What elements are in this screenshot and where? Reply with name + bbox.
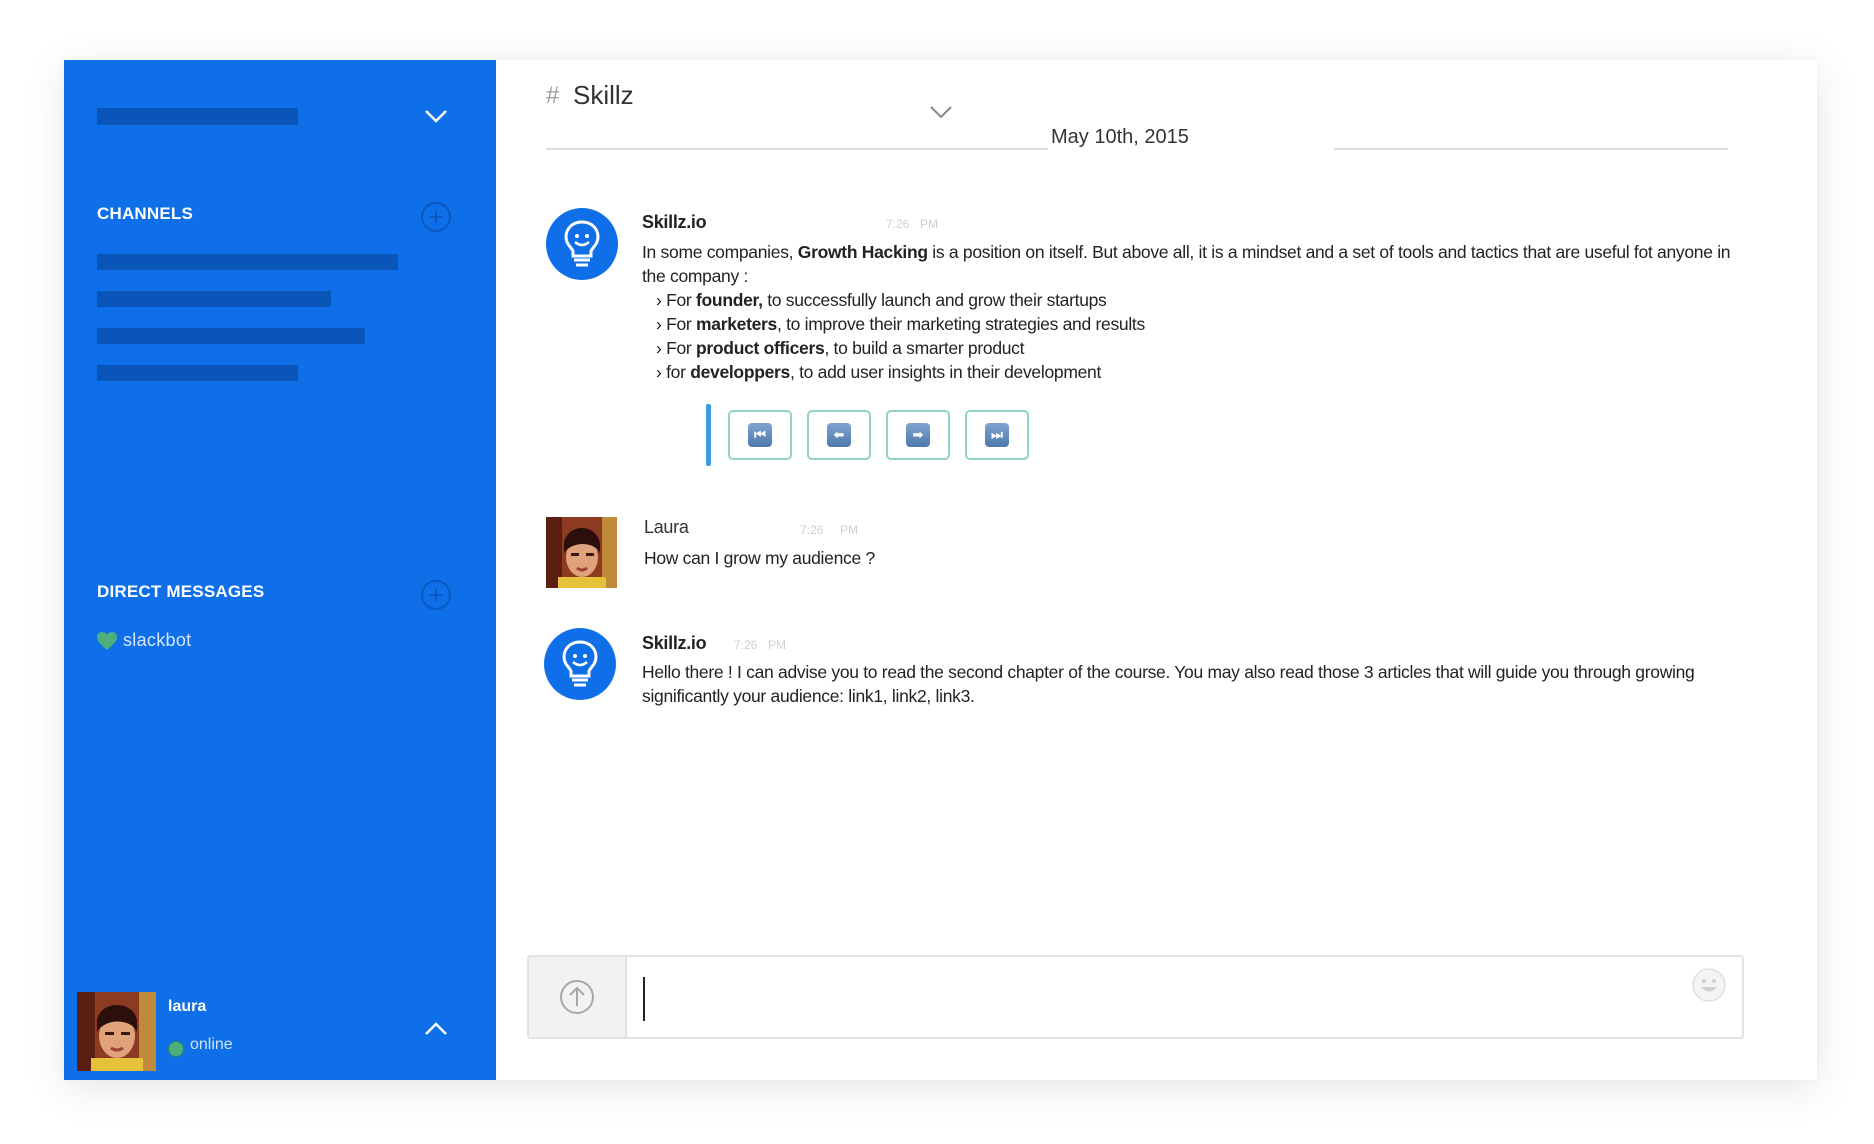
last-page-button[interactable]: ⏭ xyxy=(965,410,1029,460)
app-window: CHANNELS DIRECT MESSAGES slackbot laura … xyxy=(64,60,1817,1080)
first-page-button[interactable]: ⏮ xyxy=(728,410,792,460)
message-time: 7:26 xyxy=(886,217,910,231)
date-divider-right xyxy=(1334,148,1728,150)
upload-button[interactable] xyxy=(529,957,627,1037)
message-time: 7:26 xyxy=(734,638,758,652)
chevron-up-icon[interactable] xyxy=(422,1018,450,1040)
message-ampm: PM xyxy=(840,523,858,537)
message-text: How can I grow my audience ? xyxy=(644,548,875,568)
bullet-item: › For marketers, to improve their market… xyxy=(656,314,1145,334)
attachment-stripe xyxy=(706,404,711,466)
first-icon: ⏮ xyxy=(748,423,772,447)
text-cursor xyxy=(643,977,645,1021)
previous-page-button[interactable]: ⬅ xyxy=(807,410,871,460)
status-text: online xyxy=(190,1036,233,1053)
lightbulb-icon xyxy=(562,640,598,687)
bot-avatar[interactable] xyxy=(546,208,618,280)
sidebar-dm-slackbot[interactable]: slackbot xyxy=(96,630,191,651)
channel-hash-icon: # xyxy=(546,82,560,109)
chevron-down-icon[interactable] xyxy=(928,102,954,122)
channels-title: CHANNELS xyxy=(97,204,194,223)
lightbulb-icon xyxy=(564,220,600,267)
direct-messages-title: DIRECT MESSAGES xyxy=(97,582,265,601)
next-icon: ➡ xyxy=(906,423,930,447)
heart-icon xyxy=(97,631,117,650)
message-author[interactable]: Skillz.io xyxy=(642,633,707,654)
bullet-item: › For product officers, to build a smart… xyxy=(656,338,1025,358)
team-name-placeholder[interactable] xyxy=(97,108,298,125)
date-separator: May 10th, 2015 xyxy=(1051,126,1189,148)
message-author[interactable]: Laura xyxy=(644,517,689,538)
message-time: 7:26 xyxy=(800,523,824,537)
message-bullet-list: › For founder, to successfully launch an… xyxy=(656,288,1145,384)
message-text: Hello there ! I can advise you to read t… xyxy=(642,662,1695,706)
sidebar: CHANNELS DIRECT MESSAGES slackbot laura … xyxy=(64,60,496,1080)
bullet-item: › For founder, to successfully launch an… xyxy=(656,290,1107,310)
laura-avatar[interactable] xyxy=(546,517,617,588)
main-panel: # Skillz May 10th, 2015 Skillz.io 7:26 P… xyxy=(496,60,1817,1080)
last-icon: ⏭ xyxy=(985,423,1009,447)
chevron-down-icon[interactable] xyxy=(422,104,450,128)
sidebar-channel-item[interactable] xyxy=(97,365,298,381)
message-ampm: PM xyxy=(768,638,786,652)
add-direct-message-icon[interactable] xyxy=(421,580,451,610)
current-user-status: online xyxy=(168,1033,233,1057)
bot-avatar[interactable] xyxy=(544,628,616,700)
add-channel-icon[interactable] xyxy=(421,202,451,232)
upload-arrow-icon xyxy=(560,980,594,1014)
prev-icon: ⬅ xyxy=(827,423,851,447)
sidebar-channel-item[interactable] xyxy=(97,328,365,344)
sidebar-channel-item[interactable] xyxy=(97,254,398,270)
message-text: In some companies, Growth Hacking is a p… xyxy=(642,242,1731,286)
online-status-icon xyxy=(168,1041,184,1057)
message-ampm: PM xyxy=(920,217,938,231)
emoji-icon[interactable] xyxy=(1691,967,1727,1003)
message-composer xyxy=(527,955,1744,1039)
message-input[interactable] xyxy=(627,957,1697,1037)
message-author[interactable]: Skillz.io xyxy=(642,212,707,233)
channel-title[interactable]: Skillz xyxy=(573,80,634,111)
dm-name: slackbot xyxy=(123,630,192,650)
next-page-button[interactable]: ➡ xyxy=(886,410,950,460)
date-divider-left xyxy=(546,148,1048,150)
current-user-avatar[interactable] xyxy=(77,992,156,1071)
sidebar-channel-item[interactable] xyxy=(97,291,331,307)
current-user-name: laura xyxy=(168,998,207,1015)
bullet-item: › for developpers, to add user insights … xyxy=(656,362,1102,382)
